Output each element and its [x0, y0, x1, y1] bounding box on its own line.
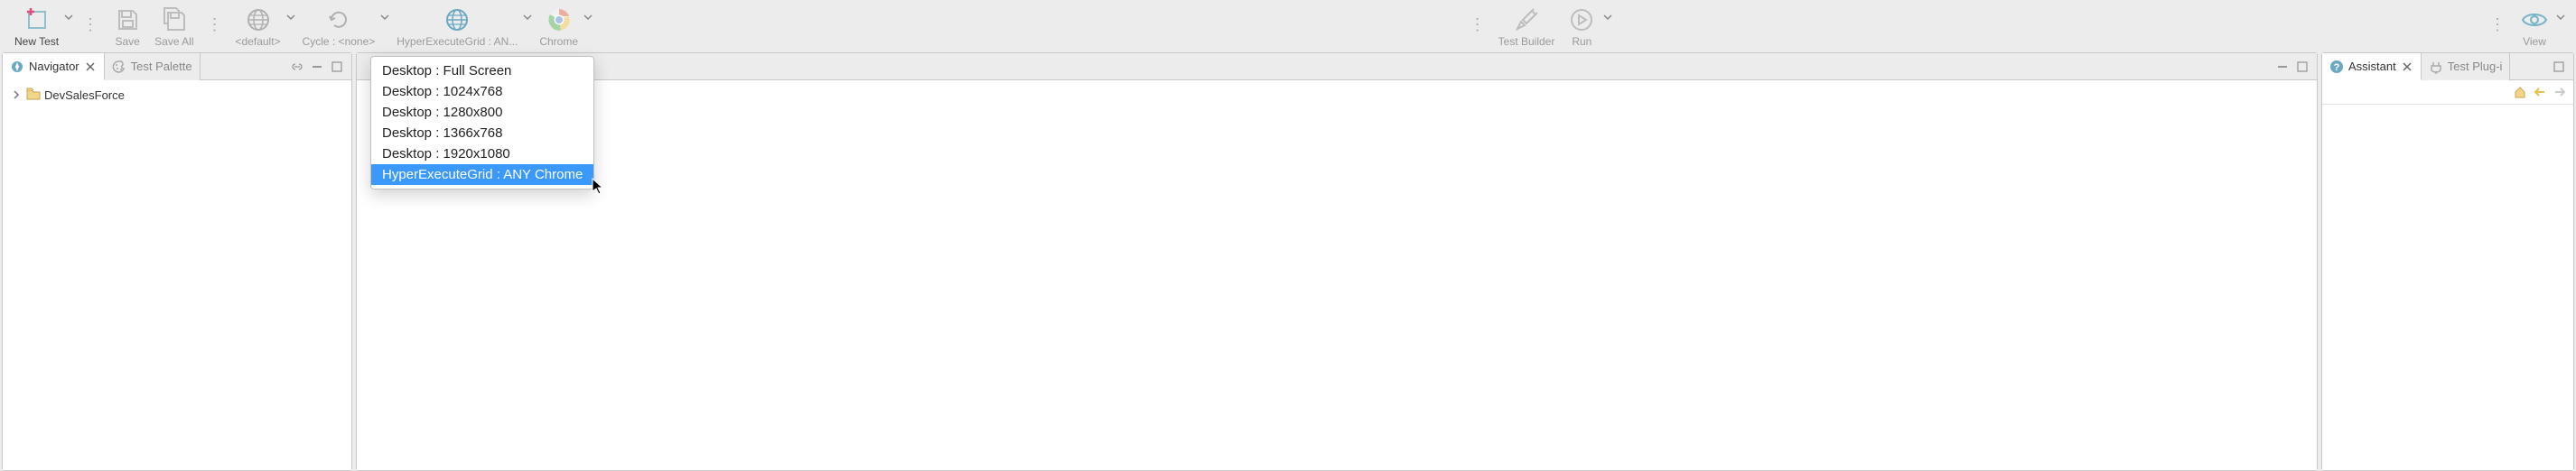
tab-test-plugin[interactable]: Test Plug-i: [2422, 53, 2511, 80]
dropdown-item[interactable]: Desktop : 1024x768: [371, 81, 593, 102]
svg-text:?: ?: [2334, 62, 2340, 73]
maximize-icon[interactable]: [330, 60, 344, 74]
maximize-icon[interactable]: [2295, 60, 2310, 74]
run-label: Run: [1572, 35, 1591, 48]
grid-label: HyperExecuteGrid : AN...: [397, 35, 518, 48]
dropdown-item[interactable]: Desktop : 1280x800: [371, 102, 593, 123]
assistant-icon: ?: [2329, 60, 2344, 74]
plugin-icon: [2429, 60, 2443, 74]
assistant-mini-toolbar: [2322, 80, 2573, 105]
toolbar-separator-4: ⋮: [2482, 4, 2513, 40]
editor-tab-controls: [2275, 60, 2317, 74]
chevron-right-icon[interactable]: [12, 88, 23, 102]
folder-icon: [26, 88, 41, 103]
tree-item-root[interactable]: DevSalesForce: [12, 86, 342, 104]
home-icon[interactable]: [2512, 84, 2528, 100]
grid-dropdown[interactable]: [523, 4, 534, 22]
navigator-tab-controls: [290, 60, 351, 74]
tab-test-palette[interactable]: Test Palette: [105, 53, 201, 80]
eye-icon: [2520, 5, 2549, 34]
cycle-button[interactable]: Cycle : <none>: [297, 4, 381, 50]
back-arrow-icon[interactable]: [2532, 84, 2548, 100]
assistant-tabbar: ? Assistant Test Plug-i: [2322, 53, 2573, 80]
editor-panel: Desktop : Full Screen Desktop : 1024x768…: [356, 52, 2318, 471]
save-all-label: Save All: [154, 35, 193, 48]
default-env-button[interactable]: <default>: [230, 4, 286, 50]
chrome-dropdown[interactable]: [583, 4, 594, 22]
tab-plugin-label: Test Plug-i: [2448, 60, 2503, 73]
default-env-label: <default>: [236, 35, 281, 48]
editor-tabbar: [357, 53, 2317, 80]
close-icon[interactable]: [84, 60, 97, 73]
new-test-dropdown[interactable]: [64, 4, 75, 22]
close-icon[interactable]: [2401, 60, 2413, 73]
navigator-tabbar: Navigator Test Palette: [3, 53, 351, 80]
run-button[interactable]: Run: [1560, 4, 1603, 50]
tree-item-label: DevSalesForce: [44, 88, 125, 102]
cycle-dropdown[interactable]: [380, 4, 391, 22]
dropdown-item-selected[interactable]: HyperExecuteGrid : ANY Chrome: [371, 164, 593, 185]
chrome-label: Chrome: [539, 35, 578, 48]
dropdown-item[interactable]: Desktop : 1366x768: [371, 123, 593, 143]
maximize-icon[interactable]: [2552, 60, 2566, 74]
view-label: View: [2523, 35, 2546, 48]
link-icon[interactable]: [290, 60, 304, 74]
chrome-icon: [545, 5, 574, 34]
tab-palette-label: Test Palette: [131, 60, 192, 73]
navigator-icon: [10, 60, 24, 74]
assistant-tab-controls: [2552, 60, 2573, 74]
tab-assistant-label: Assistant: [2348, 60, 2396, 73]
new-test-label: New Test: [14, 35, 59, 48]
tab-assistant[interactable]: ? Assistant: [2322, 53, 2422, 80]
save-all-button[interactable]: Save All: [149, 4, 199, 50]
test-builder-label: Test Builder: [1498, 35, 1555, 48]
grid-button[interactable]: HyperExecuteGrid : AN...: [391, 4, 523, 50]
main-area: Navigator Test Palette: [0, 52, 2576, 471]
navigator-tree: DevSalesForce: [3, 80, 351, 470]
test-builder-button[interactable]: Test Builder: [1493, 4, 1561, 50]
dropdown-item[interactable]: Desktop : 1920x1080: [371, 143, 593, 164]
editor-body: [357, 80, 2317, 470]
save-icon: [113, 5, 142, 34]
save-label: Save: [115, 35, 139, 48]
wrench-icon: [1512, 5, 1541, 34]
palette-icon: [112, 60, 126, 74]
new-test-button[interactable]: New Test: [9, 4, 64, 50]
default-env-dropdown[interactable]: [286, 4, 297, 22]
assistant-panel: ? Assistant Test Plug-i: [2321, 52, 2574, 471]
globe-icon: [244, 5, 273, 34]
cycle-label: Cycle : <none>: [303, 35, 376, 48]
cycle-icon: [324, 5, 353, 34]
new-test-icon: [23, 5, 51, 34]
view-button[interactable]: View: [2513, 4, 2556, 50]
run-icon: [1567, 5, 1596, 34]
minimize-icon[interactable]: [2275, 60, 2290, 74]
dropdown-item[interactable]: Desktop : Full Screen: [371, 60, 593, 81]
view-dropdown[interactable]: [2556, 4, 2567, 22]
tab-navigator-label: Navigator: [29, 60, 79, 73]
minimize-icon[interactable]: [310, 60, 324, 74]
toolbar-separator-2: ⋮: [200, 4, 230, 40]
tab-navigator[interactable]: Navigator: [3, 53, 105, 80]
save-button[interactable]: Save: [106, 4, 149, 50]
assistant-body: [2322, 105, 2573, 470]
navigator-panel: Navigator Test Palette: [2, 52, 352, 471]
globe-grid-icon: [443, 5, 471, 34]
forward-arrow-icon[interactable]: [2552, 84, 2568, 100]
toolbar-separator-3: ⋮: [1462, 4, 1493, 40]
main-toolbar: New Test ⋮ Save Save All ⋮ <default> C: [0, 0, 2576, 52]
resolution-dropdown-menu: Desktop : Full Screen Desktop : 1024x768…: [370, 56, 594, 189]
toolbar-separator: ⋮: [75, 4, 106, 40]
save-all-icon: [160, 5, 189, 34]
chrome-button[interactable]: Chrome: [534, 4, 583, 50]
run-dropdown[interactable]: [1603, 4, 1614, 22]
